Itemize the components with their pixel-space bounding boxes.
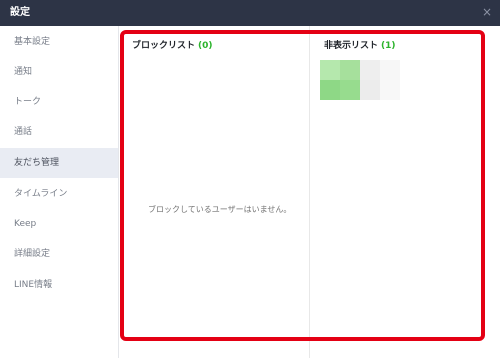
hidden-friend-avatar[interactable] [320, 60, 400, 100]
block-list-title: ブロックリスト [132, 41, 196, 51]
block-list-header: ブロックリスト (0) [132, 40, 213, 52]
column-divider [309, 26, 310, 358]
sidebar-item-talk[interactable]: トーク [0, 87, 118, 117]
sidebar-item-timeline[interactable]: タイムライン [0, 179, 118, 209]
sidebar-item-friends[interactable]: 友だち管理 [0, 148, 118, 178]
hidden-list-header: 非表示リスト (1) [324, 40, 396, 52]
block-list-count: (0) [198, 41, 213, 51]
sidebar-item-notifications[interactable]: 通知 [0, 57, 118, 87]
sidebar-item-basic-settings[interactable]: 基本設定 [0, 27, 118, 57]
settings-sidebar: 基本設定 通知 トーク 通話 友だち管理 タイムライン Keep 詳細設定 LI… [0, 26, 119, 358]
window-title: 設定 [10, 7, 30, 18]
title-bar: 設定 × [0, 0, 500, 26]
sidebar-item-keep[interactable]: Keep [0, 209, 118, 239]
close-icon[interactable]: × [480, 4, 494, 20]
hidden-list-count: (1) [381, 41, 396, 51]
block-list-empty-message: ブロックしているユーザーはいません。 [148, 205, 292, 214]
sidebar-item-calls[interactable]: 通話 [0, 117, 118, 147]
sidebar-item-advanced[interactable]: 詳細設定 [0, 239, 118, 269]
hidden-list-title: 非表示リスト [324, 41, 379, 51]
sidebar-item-line-info[interactable]: LINE情報 [0, 270, 118, 300]
